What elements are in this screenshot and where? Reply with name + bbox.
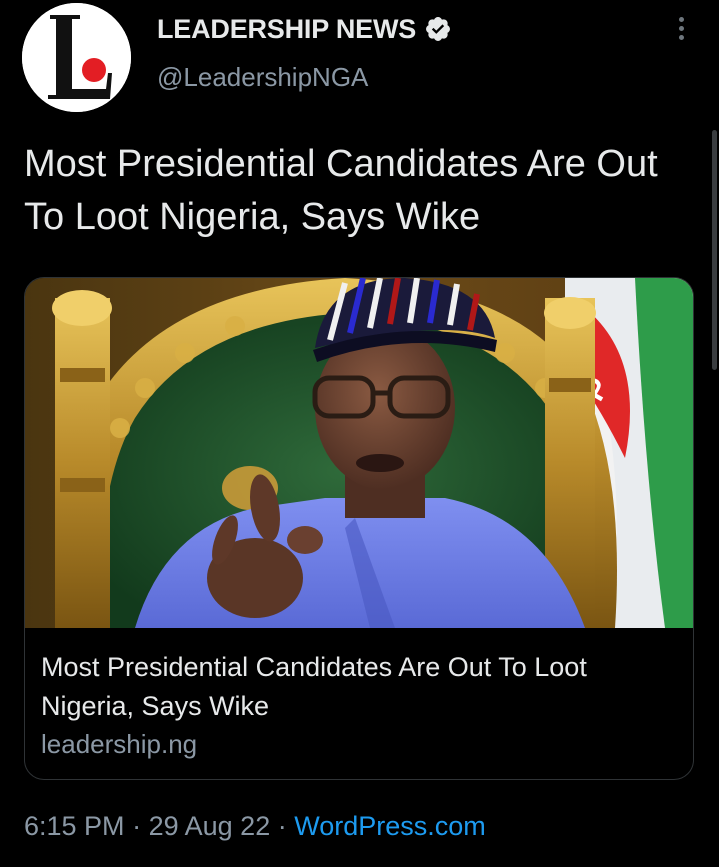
separator: · <box>132 811 142 841</box>
tweet-time: 6:15 PM <box>24 811 125 841</box>
card-title: Most Presidential Candidates Are Out To … <box>41 652 587 721</box>
card-domain: leadership.ng <box>41 729 198 759</box>
tweet-source-link[interactable]: WordPress.com <box>294 811 486 841</box>
more-vertical-icon[interactable] <box>670 14 692 48</box>
tweet-text: Most Presidential Candidates Are Out To … <box>24 143 658 238</box>
tweet-meta: 6:15 PM · 29 Aug 22 · WordPress.com <box>24 811 486 842</box>
tweet: LEADERSHIP NEWS @LeadershipNGA Most Pres… <box>0 0 719 867</box>
leadership-logo <box>22 3 131 112</box>
scrollbar-thumb[interactable] <box>712 130 717 370</box>
display-name[interactable]: LEADERSHIP NEWS <box>157 14 416 45</box>
name-row: LEADERSHIP NEWS <box>157 14 452 44</box>
news-photo: P <box>25 278 693 628</box>
tweet-date: 29 Aug 22 <box>148 811 271 841</box>
handle[interactable]: @LeadershipNGA <box>157 62 368 93</box>
separator: · <box>277 811 287 841</box>
avatar[interactable] <box>22 3 131 112</box>
link-card[interactable]: P Most Presidential Candidates Are Out T… <box>24 277 694 780</box>
verified-badge-icon <box>426 17 451 41</box>
